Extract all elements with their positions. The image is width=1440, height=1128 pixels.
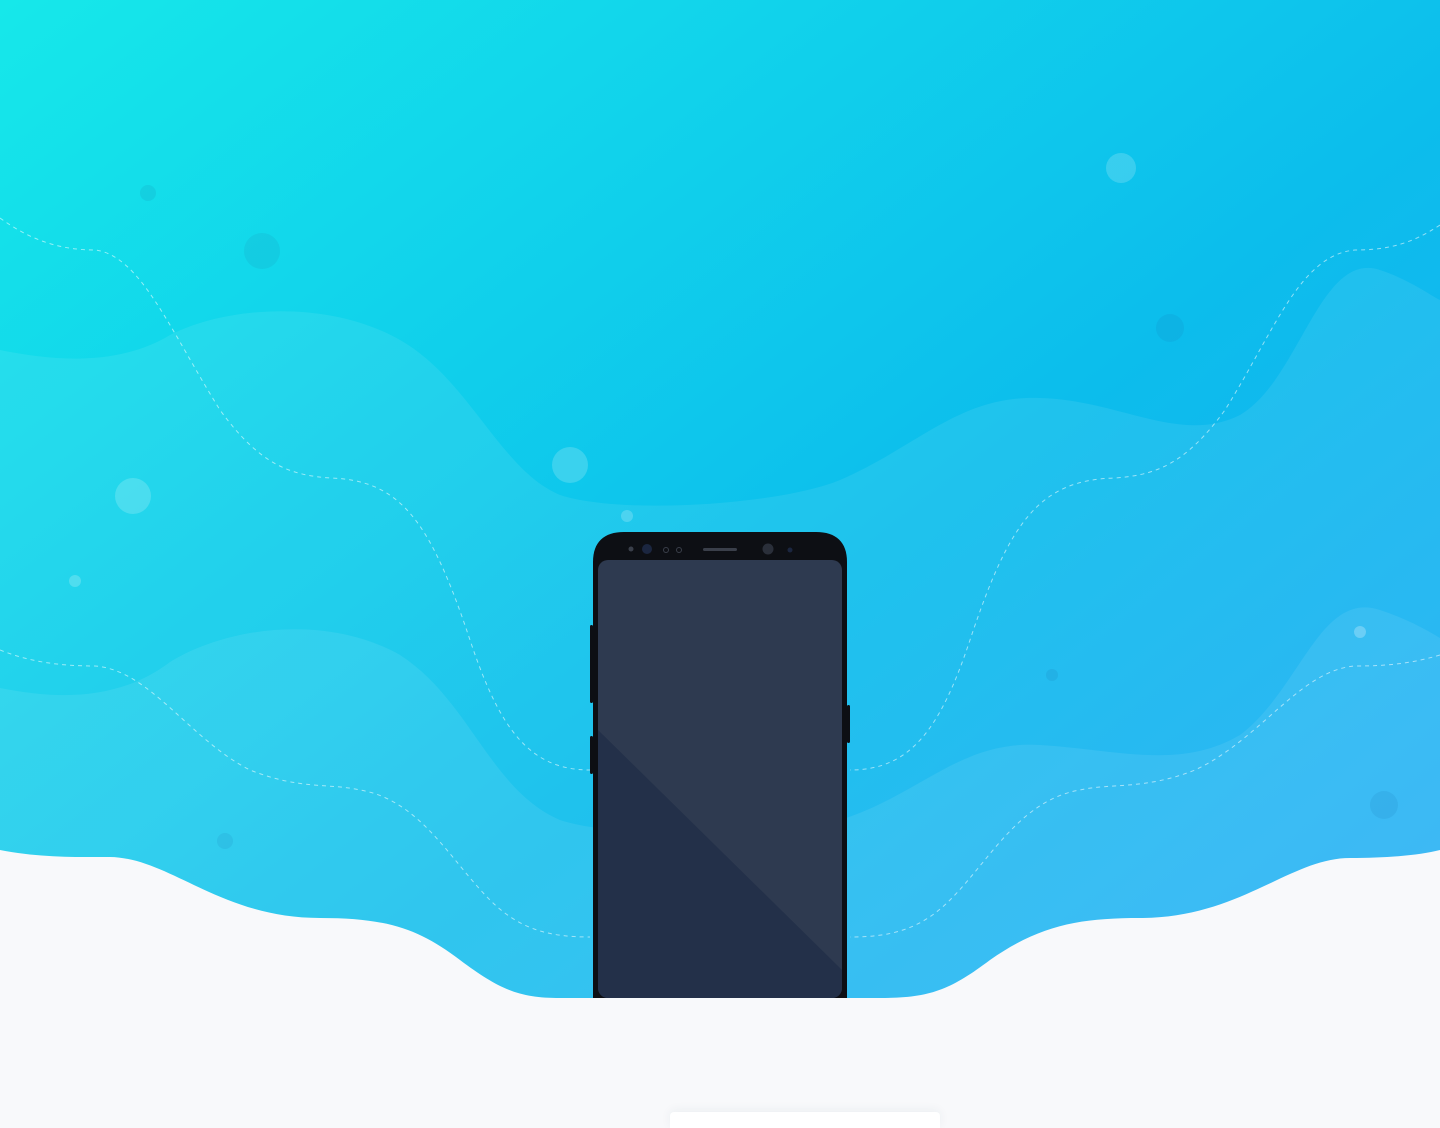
bubble (621, 510, 633, 522)
phone-side-button (847, 705, 850, 743)
bubble (1156, 314, 1184, 342)
bubble (244, 233, 280, 269)
phone-mockup-icon (590, 532, 850, 998)
bubble (1046, 669, 1058, 681)
phone-front-camera-icon (762, 543, 774, 555)
phone-speaker-icon (703, 548, 737, 551)
bubble (1370, 791, 1398, 819)
bubble (552, 447, 588, 483)
phone-side-button (590, 736, 593, 774)
phone-sensor-icon (628, 546, 634, 552)
phone-camera-icon (642, 544, 652, 554)
bubble (1106, 153, 1136, 183)
bubble (69, 575, 81, 587)
bubble (140, 185, 156, 201)
bubble (115, 478, 151, 514)
phone-side-button (590, 625, 593, 703)
hero-section (0, 0, 1440, 1128)
phone-sensor-icon (787, 547, 793, 553)
bubble (1354, 626, 1366, 638)
bottom-card (670, 1112, 940, 1128)
bubble (217, 833, 233, 849)
